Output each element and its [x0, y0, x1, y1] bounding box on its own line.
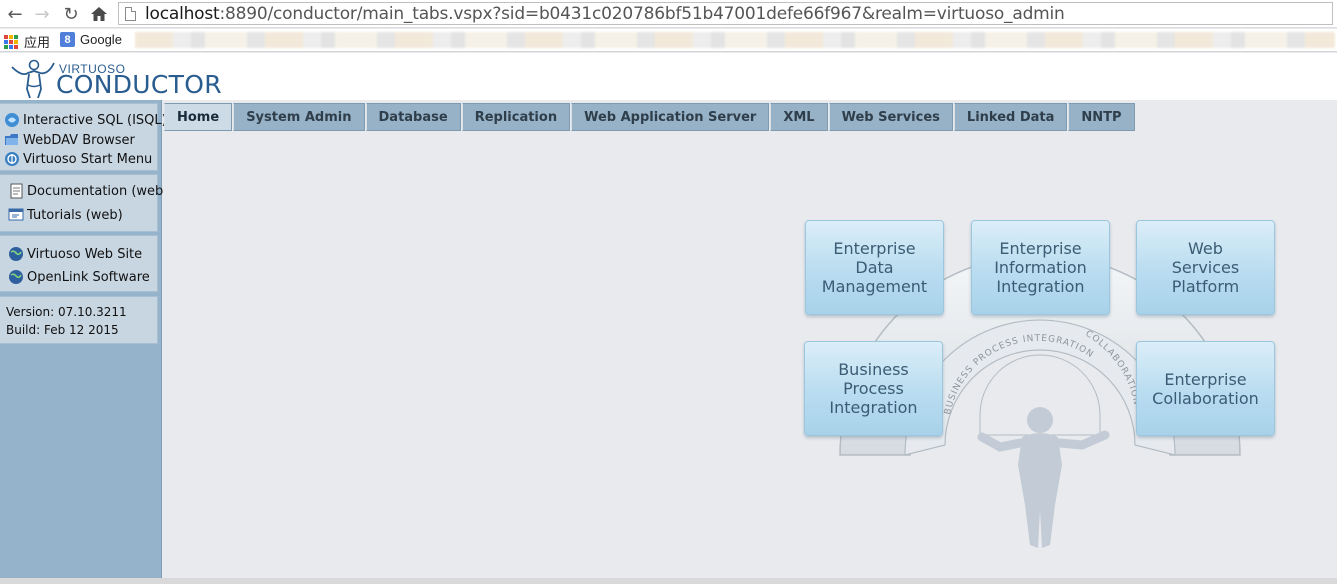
- document-icon: [10, 183, 23, 199]
- sidebar-item-webdav[interactable]: WebDAV Browser: [4, 132, 135, 148]
- main-tabs: Home System Admin Database Replication W…: [164, 103, 1136, 131]
- back-arrow-icon[interactable]: ←: [4, 3, 26, 25]
- reload-icon[interactable]: ↻: [60, 3, 82, 25]
- home-icon[interactable]: [88, 3, 110, 25]
- sidebar-item-start-menu[interactable]: Virtuoso Start Menu: [4, 151, 152, 167]
- isql-icon: [5, 113, 19, 127]
- sidebar-item-documentation[interactable]: Documentation (web): [8, 183, 168, 199]
- logo-title: CONDUCTOR: [56, 70, 222, 99]
- status-bar: [0, 578, 1337, 584]
- sidebar-version-info: Version: 07.10.3211 Build: Feb 12 2015: [0, 296, 158, 344]
- tab-linked-data[interactable]: Linked Data: [953, 103, 1068, 131]
- apps-grid-icon: [4, 34, 18, 49]
- bookmark-apps[interactable]: 应用: [4, 32, 50, 51]
- conductor-logo-icon: [11, 59, 55, 99]
- app-header: VIRTUOSO CONDUCTOR: [0, 53, 1337, 100]
- globe-icon: [9, 270, 23, 284]
- version-text: Version: 07.10.3211: [6, 305, 127, 319]
- browser-toolbar: ← → ↻ localhost:8890/conductor/main_tabs…: [0, 0, 1337, 28]
- box-enterprise-data-management: Enterprise Data Management: [805, 220, 944, 315]
- globe-icon: [9, 247, 23, 261]
- sidebar-group-docs: Documentation (web) Tutorials (web): [0, 174, 168, 232]
- sidebar-group-links: Virtuoso Web Site OpenLink Software: [0, 235, 158, 292]
- tab-xml[interactable]: XML: [770, 103, 828, 131]
- google-icon: 8: [60, 32, 75, 47]
- tab-home[interactable]: Home: [164, 103, 233, 131]
- sidebar-item-openlink[interactable]: OpenLink Software: [8, 269, 150, 285]
- page-icon: [125, 7, 136, 21]
- blurred-bookmarks: [135, 32, 1335, 48]
- tab-nntp[interactable]: NNTP: [1068, 103, 1135, 131]
- folder-icon: [5, 134, 18, 145]
- box-enterprise-collaboration: Enterprise Collaboration: [1136, 341, 1275, 436]
- tab-web-application-server[interactable]: Web Application Server: [571, 103, 770, 131]
- sidebar-item-isql[interactable]: Interactive SQL (ISQL): [4, 112, 167, 128]
- sidebar: Interactive SQL (ISQL) WebDAV Browser Vi…: [0, 100, 168, 578]
- url-text[interactable]: localhost:8890/conductor/main_tabs.vspx?…: [145, 4, 1065, 24]
- tab-database[interactable]: Database: [365, 103, 461, 131]
- forward-arrow-icon[interactable]: →: [31, 3, 53, 25]
- bookmark-google[interactable]: 8 Google: [60, 32, 122, 47]
- box-web-services-platform: Web Services Platform: [1136, 220, 1275, 315]
- bookmarks-bar: 应用 8 Google: [0, 29, 1337, 52]
- globe-icon: [5, 152, 19, 166]
- box-business-process-integration: Business Process Integration: [804, 341, 943, 436]
- tab-web-services[interactable]: Web Services: [828, 103, 953, 131]
- tutorial-icon: [8, 208, 24, 221]
- product-diagram: BUSINESS PROCESS INTEGRATION COLLABORATI…: [800, 215, 1280, 560]
- box-enterprise-information-integration: Enterprise Information Integration: [971, 220, 1110, 315]
- sidebar-item-tutorials[interactable]: Tutorials (web): [8, 207, 123, 223]
- tab-replication[interactable]: Replication: [461, 103, 571, 131]
- build-text: Build: Feb 12 2015: [6, 323, 119, 337]
- address-bar[interactable]: localhost:8890/conductor/main_tabs.vspx?…: [118, 2, 1333, 25]
- sidebar-item-virtuoso-site[interactable]: Virtuoso Web Site: [8, 246, 142, 262]
- tab-system-admin[interactable]: System Admin: [233, 103, 365, 131]
- sidebar-group-tools: Interactive SQL (ISQL) WebDAV Browser Vi…: [0, 103, 167, 171]
